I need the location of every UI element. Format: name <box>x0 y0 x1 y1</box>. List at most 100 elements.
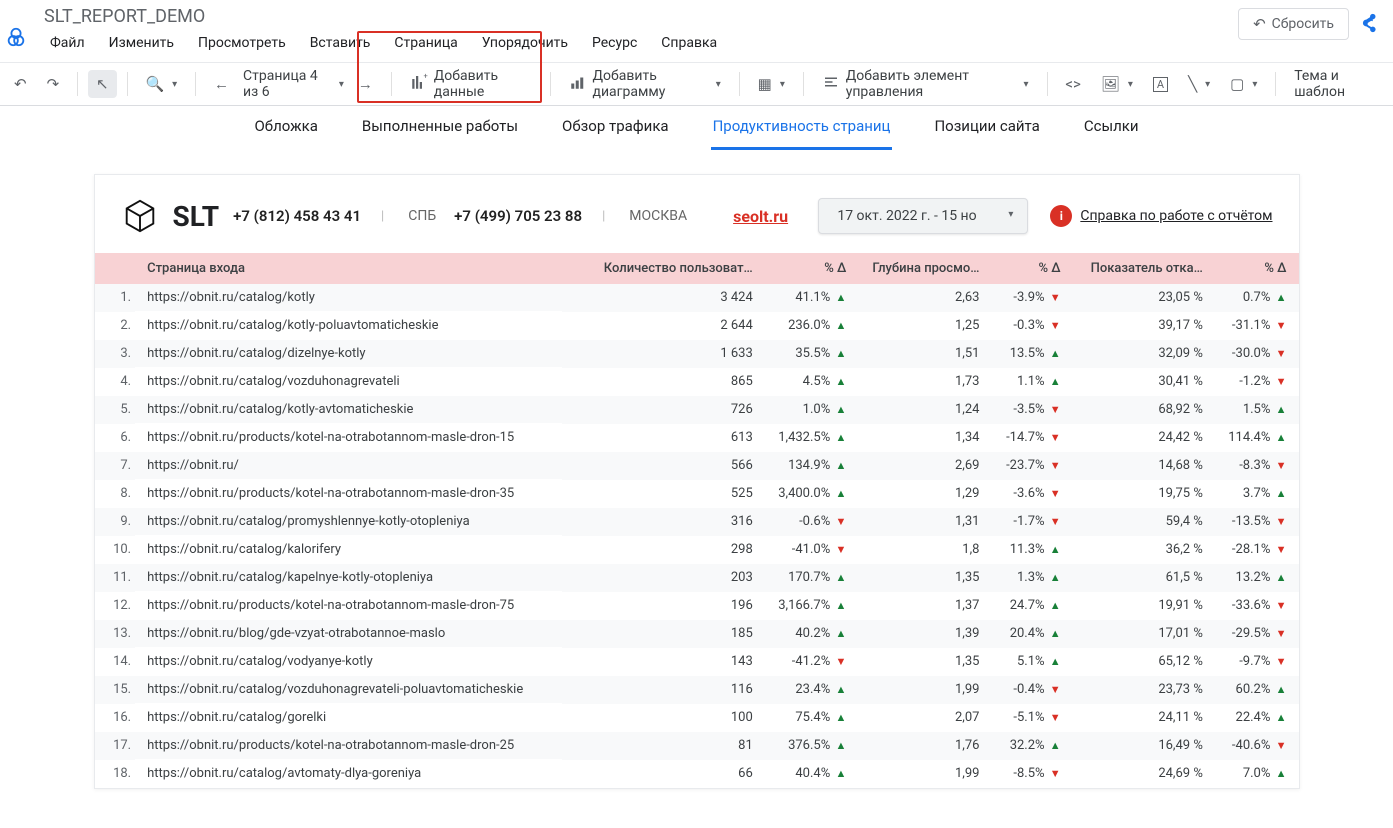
table-row[interactable]: 9.https://obnit.ru/catalog/promyshlennye… <box>95 508 1299 536</box>
table-row[interactable]: 12.https://obnit.ru/products/kotel-na-ot… <box>95 592 1299 620</box>
delta-cell: -14.7% ▼ <box>991 424 1072 452</box>
menu-просмотреть[interactable]: Просмотреть <box>188 31 296 55</box>
separator <box>1047 72 1048 96</box>
doc-title[interactable]: SLT_REPORT_DEMO <box>40 4 727 29</box>
arrow-up-icon: ▲ <box>1050 627 1061 640</box>
menu-упорядочить[interactable]: Упорядочить <box>472 31 578 55</box>
col-header-0[interactable] <box>95 253 136 284</box>
arrow-down-icon: ▼ <box>1050 683 1061 696</box>
table-row[interactable]: 4.https://obnit.ru/catalog/vozduhonagrev… <box>95 368 1299 396</box>
col-header-5[interactable]: % Δ <box>991 253 1072 284</box>
undo-button[interactable]: ↶ <box>6 70 35 98</box>
brand-name: SLT <box>173 200 220 233</box>
arrow-up-icon: ▲ <box>1050 543 1061 556</box>
delta-cell: -3.6% ▼ <box>991 480 1072 508</box>
embed-button[interactable]: <> <box>1057 70 1088 98</box>
row-url: https://obnit.ru/catalog/kapelnye-kotly-… <box>135 564 562 592</box>
add-control-label: Добавить элемент управления <box>846 68 1016 100</box>
delta-cell: 1,432.5% ▲ <box>765 424 859 452</box>
chevron-down-icon: ▾ <box>172 79 177 90</box>
table-row[interactable]: 6.https://obnit.ru/products/kotel-na-otr… <box>95 424 1299 452</box>
row-bounce: 24,69 % <box>1073 760 1215 788</box>
table-row[interactable]: 17.https://obnit.ru/products/kotel-na-ot… <box>95 732 1299 760</box>
arrow-down-icon: ▼ <box>1276 319 1287 332</box>
tab-1[interactable]: Выполненные работы <box>360 111 520 150</box>
col-header-3[interactable]: % Δ <box>765 253 859 284</box>
help-link[interactable]: Справка по работе с отчётом <box>1080 208 1272 224</box>
arrow-down-icon: ▼ <box>835 543 846 556</box>
arrow-down-icon: ▼ <box>1276 543 1287 556</box>
row-users: 316 <box>562 508 765 536</box>
delta-cell: 236.0% ▲ <box>765 312 859 340</box>
col-header-4[interactable]: Глубина просмо… <box>858 253 991 284</box>
col-header-2[interactable]: Количество пользоват… <box>562 253 765 284</box>
row-url: https://obnit.ru/catalog/avtomaty-dlya-g… <box>135 760 562 788</box>
col-header-1[interactable]: Страница входа <box>135 253 562 284</box>
row-url: https://obnit.ru/products/kotel-na-otrab… <box>135 480 562 508</box>
shape-button[interactable]: ▢▾ <box>1222 70 1265 98</box>
row-bounce: 23,73 % <box>1073 676 1215 704</box>
menu-страница[interactable]: Страница <box>384 31 467 55</box>
share-icon[interactable] <box>1357 8 1381 40</box>
tab-2[interactable]: Обзор трафика <box>560 111 671 150</box>
table-row[interactable]: 11.https://obnit.ru/catalog/kapelnye-kot… <box>95 564 1299 592</box>
tab-4[interactable]: Позиции сайта <box>932 111 1041 150</box>
zoom-button[interactable]: 🔍▾ <box>137 70 185 98</box>
table-row[interactable]: 10.https://obnit.ru/catalog/kalorifery29… <box>95 536 1299 564</box>
delta-cell: -9.7% ▼ <box>1215 648 1299 676</box>
add-data-button[interactable]: + Добавить данные <box>402 63 540 105</box>
brand-logo-icon <box>121 197 159 235</box>
site-link[interactable]: seolt.ru <box>733 207 788 226</box>
add-control-button[interactable]: Добавить элемент управления▾ <box>814 63 1037 105</box>
row-users: 525 <box>562 480 765 508</box>
add-chart-button[interactable]: Добавить диаграмму▾ <box>561 63 729 105</box>
next-page-button[interactable]: → <box>350 70 381 98</box>
shape-icon: ▢ <box>1230 75 1244 93</box>
row-index: 5. <box>95 396 136 424</box>
arrow-down-icon: ▼ <box>1050 431 1061 444</box>
brand-bar: SLT +7 (812) 458 43 41 | СПБ +7 (499) 70… <box>95 175 1299 253</box>
row-url: https://obnit.ru/catalog/vozduhonagrevat… <box>135 676 562 704</box>
col-header-6[interactable]: Показатель отка… <box>1073 253 1215 284</box>
table-row[interactable]: 5.https://obnit.ru/catalog/kotly-avtomat… <box>95 396 1299 424</box>
row-depth: 1,8 <box>858 536 991 564</box>
menu-изменить[interactable]: Изменить <box>99 31 184 55</box>
delta-cell: -0.6% ▼ <box>765 508 859 536</box>
table-row[interactable]: 8.https://obnit.ru/products/kotel-na-otr… <box>95 480 1299 508</box>
menu-файл[interactable]: Файл <box>40 31 95 55</box>
redo-button[interactable]: ↷ <box>39 70 68 98</box>
tab-3[interactable]: Продуктивность страниц <box>711 111 893 150</box>
tab-0[interactable]: Обложка <box>252 111 319 150</box>
table-row[interactable]: 14.https://obnit.ru/catalog/vodyanye-kot… <box>95 648 1299 676</box>
menu-ресурс[interactable]: Ресурс <box>582 31 647 55</box>
text-button[interactable]: A <box>1145 72 1176 97</box>
prev-page-button[interactable]: ← <box>206 70 237 98</box>
reset-button[interactable]: ↶ Сбросить <box>1238 8 1349 40</box>
table-row[interactable]: 13.https://obnit.ru/blog/gde-vzyat-otrab… <box>95 620 1299 648</box>
line-button[interactable]: ╲▾ <box>1180 70 1218 98</box>
delta-cell: 376.5% ▲ <box>765 732 859 760</box>
image-icon: 🖼 <box>1101 75 1120 93</box>
tab-5[interactable]: Ссылки <box>1082 111 1141 150</box>
table-row[interactable]: 7.https://obnit.ru/566134.9% ▲2,69-23.7%… <box>95 452 1299 480</box>
menu-вставить[interactable]: Вставить <box>300 31 381 55</box>
table-row[interactable]: 2.https://obnit.ru/catalog/kotly-poluavt… <box>95 312 1299 340</box>
arrow-up-icon: ▲ <box>835 319 846 332</box>
table-row[interactable]: 15.https://obnit.ru/catalog/vozduhonagre… <box>95 676 1299 704</box>
table-row[interactable]: 3.https://obnit.ru/catalog/dizelnye-kotl… <box>95 340 1299 368</box>
table-row[interactable]: 1.https://obnit.ru/catalog/kotly3 42441.… <box>95 284 1299 312</box>
row-url: https://obnit.ru/catalog/dizelnye-kotly <box>135 340 562 368</box>
table-row[interactable]: 18.https://obnit.ru/catalog/avtomaty-dly… <box>95 760 1299 788</box>
community-viz-button[interactable]: ▦▾ <box>750 70 793 98</box>
table-row[interactable]: 16.https://obnit.ru/catalog/gorelki10075… <box>95 704 1299 732</box>
row-bounce: 39,17 % <box>1073 312 1215 340</box>
image-button[interactable]: 🖼▾ <box>1093 70 1141 98</box>
row-url: https://obnit.ru/catalog/vozduhonagrevat… <box>135 368 562 396</box>
page-indicator[interactable]: Страница 4 из 6▾ <box>241 63 346 105</box>
select-tool[interactable]: ↖ <box>88 70 117 98</box>
menu-справка[interactable]: Справка <box>651 31 727 55</box>
theme-button[interactable]: Тема и шаблон <box>1286 63 1387 105</box>
code-icon: <> <box>1065 75 1080 93</box>
date-range-picker[interactable]: 17 окт. 2022 г. - 15 но <box>818 198 1028 234</box>
col-header-7[interactable]: % Δ <box>1215 253 1299 284</box>
